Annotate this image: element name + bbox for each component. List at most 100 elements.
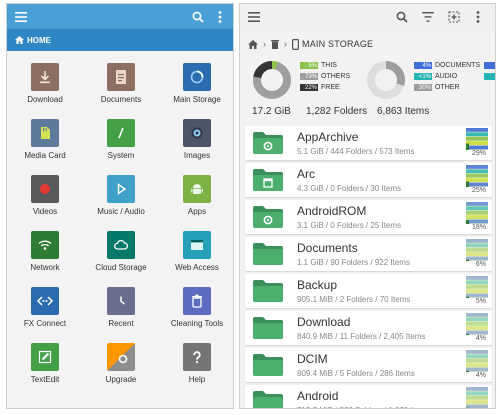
- select-icon[interactable]: [446, 9, 462, 25]
- tile-media-card[interactable]: Media Card: [7, 111, 83, 167]
- tile-label: Web Access: [175, 263, 219, 272]
- folder-usage-meter: [466, 202, 488, 224]
- chevron-right-icon: ›: [284, 39, 287, 49]
- tile-label: TextEdit: [30, 375, 60, 384]
- tile-fx-connect[interactable]: FX Connect: [7, 279, 83, 335]
- total-size: 17.2 GiB: [252, 106, 291, 117]
- legend-free: 22% FREE: [300, 84, 340, 91]
- browser-icon: [183, 231, 211, 259]
- tile-music-audio[interactable]: Music / Audio: [83, 167, 159, 223]
- wifi-icon: [31, 231, 59, 259]
- folder-row[interactable]: AppArchive 5.1 GiB / 444 Folders / 573 It…: [245, 126, 492, 160]
- folder-row[interactable]: Documents 1.1 GiB / 90 Folders / 922 Item…: [245, 237, 492, 271]
- tile-textedit[interactable]: TextEdit: [7, 335, 83, 391]
- tile-videos[interactable]: Videos: [7, 167, 83, 223]
- legend-label: AUDIO: [435, 73, 458, 80]
- folder-name: AppArchive: [297, 130, 359, 144]
- folder-row[interactable]: Android 712.7 MiB / 566 Folders / 1,931 I…: [245, 385, 492, 408]
- terminal-icon: [107, 119, 135, 147]
- legend-label: FREE: [321, 84, 340, 91]
- tile-apps[interactable]: Apps: [159, 167, 233, 223]
- tile-label: Recent: [108, 319, 134, 328]
- tile-download[interactable]: Download: [7, 55, 83, 111]
- legend-value: 4%: [414, 62, 432, 69]
- folder-icon: [253, 391, 283, 408]
- home-icon[interactable]: [248, 39, 258, 49]
- tile-label: Documents: [100, 95, 142, 104]
- edit-icon: [31, 343, 59, 371]
- document-icon: [107, 63, 135, 91]
- screen: HOME Download Documents Main Storage Med…: [0, 0, 500, 415]
- menu-icon[interactable]: [13, 9, 29, 25]
- legend-label: DOCUMENTS: [435, 62, 481, 69]
- record-icon: [31, 175, 59, 203]
- folder-icon: [253, 354, 283, 376]
- top-app-bar: [240, 4, 495, 30]
- folder-icon: [253, 169, 283, 191]
- question-icon: [183, 343, 211, 371]
- more-options-icon[interactable]: [214, 9, 226, 25]
- tile-label: Apps: [187, 207, 207, 216]
- breadcrumb: › › MAIN STORAGE: [240, 30, 495, 58]
- legend-others: 73% OTHERS: [300, 73, 350, 80]
- legend-audio: <1% AUDIO: [414, 73, 457, 80]
- breadcrumb-label[interactable]: MAIN STORAGE: [302, 39, 373, 49]
- trash-icon[interactable]: [271, 39, 279, 49]
- more-options-icon[interactable]: [472, 9, 484, 25]
- legend-value: 73%: [300, 73, 318, 80]
- trash-icon: [183, 287, 211, 315]
- gear-icon: [107, 343, 135, 371]
- folder-percent: 29%: [471, 150, 486, 157]
- tile-main-storage[interactable]: Main Storage: [159, 55, 233, 111]
- folder-percent: 25%: [471, 187, 486, 194]
- folder-percent: 6%: [475, 261, 486, 268]
- folder-percent: 5%: [475, 298, 486, 305]
- folder-name: DCIM: [297, 352, 328, 366]
- breadcrumb-label: HOME: [27, 35, 51, 45]
- folder-name: Backup: [297, 278, 338, 292]
- folder-row[interactable]: Download 840.9 MiB / 11 Folders / 2,405 I…: [245, 311, 492, 345]
- folder-info: 1.1 GiB / 90 Folders / 922 Items: [297, 258, 410, 267]
- folder-usage-meter: [466, 350, 488, 372]
- folder-name: Android: [297, 389, 339, 403]
- tile-upgrade[interactable]: Upgrade: [83, 335, 159, 391]
- phone-icon: [292, 38, 299, 50]
- tile-documents[interactable]: Documents: [83, 55, 159, 111]
- tile-cloud-storage[interactable]: Cloud Storage: [83, 223, 159, 279]
- tile-label: System: [107, 151, 135, 160]
- search-icon[interactable]: [394, 9, 410, 25]
- tile-label: Images: [183, 151, 211, 160]
- tile-label: Videos: [32, 207, 58, 216]
- folder-usage-meter: [466, 276, 488, 298]
- folder-row[interactable]: AndroidROM 3.1 GiB / 0 Folders / 25 Items…: [245, 200, 492, 234]
- tile-label: Network: [30, 263, 60, 272]
- folder-usage-meter: [466, 165, 488, 187]
- tile-cleaning-tools[interactable]: Cleaning Tools: [159, 279, 233, 335]
- legend-label: THIS: [321, 62, 337, 69]
- legend-value: 5%: [300, 62, 318, 69]
- tile-images[interactable]: Images: [159, 111, 233, 167]
- folder-name: Documents: [297, 241, 358, 255]
- breadcrumb[interactable]: HOME: [7, 29, 233, 51]
- folder-usage-meter: [466, 313, 488, 335]
- menu-icon[interactable]: [246, 9, 262, 25]
- folder-icon: [253, 317, 283, 339]
- tile-system[interactable]: System: [83, 111, 159, 167]
- filter-icon[interactable]: [420, 9, 436, 25]
- folder-row[interactable]: Arc 4.3 GiB / 0 Folders / 30 Items 25%: [245, 163, 492, 197]
- tile-label: FX Connect: [23, 319, 67, 328]
- folder-name: Arc: [297, 167, 315, 181]
- folder-row[interactable]: Backup 905.1 MiB / 2 Folders / 70 Items 5%: [245, 274, 492, 308]
- folder-panel: › › MAIN STORAGE 5% THIS 73% OTHERS 22% FRE…: [239, 3, 496, 409]
- android-icon: [183, 175, 211, 203]
- storage-icon: [183, 63, 211, 91]
- tile-help[interactable]: Help: [159, 335, 233, 391]
- fx-connect-icon: [31, 287, 59, 315]
- tile-network[interactable]: Network: [7, 223, 83, 279]
- tile-web-access[interactable]: Web Access: [159, 223, 233, 279]
- legend-overflow-swatch: [484, 73, 495, 80]
- folder-usage-meter: [466, 128, 488, 150]
- search-icon[interactable]: [190, 9, 206, 25]
- folder-row[interactable]: DCIM 809.4 MiB / 5 Folders / 286 Items 4%: [245, 348, 492, 382]
- tile-recent[interactable]: Recent: [83, 279, 159, 335]
